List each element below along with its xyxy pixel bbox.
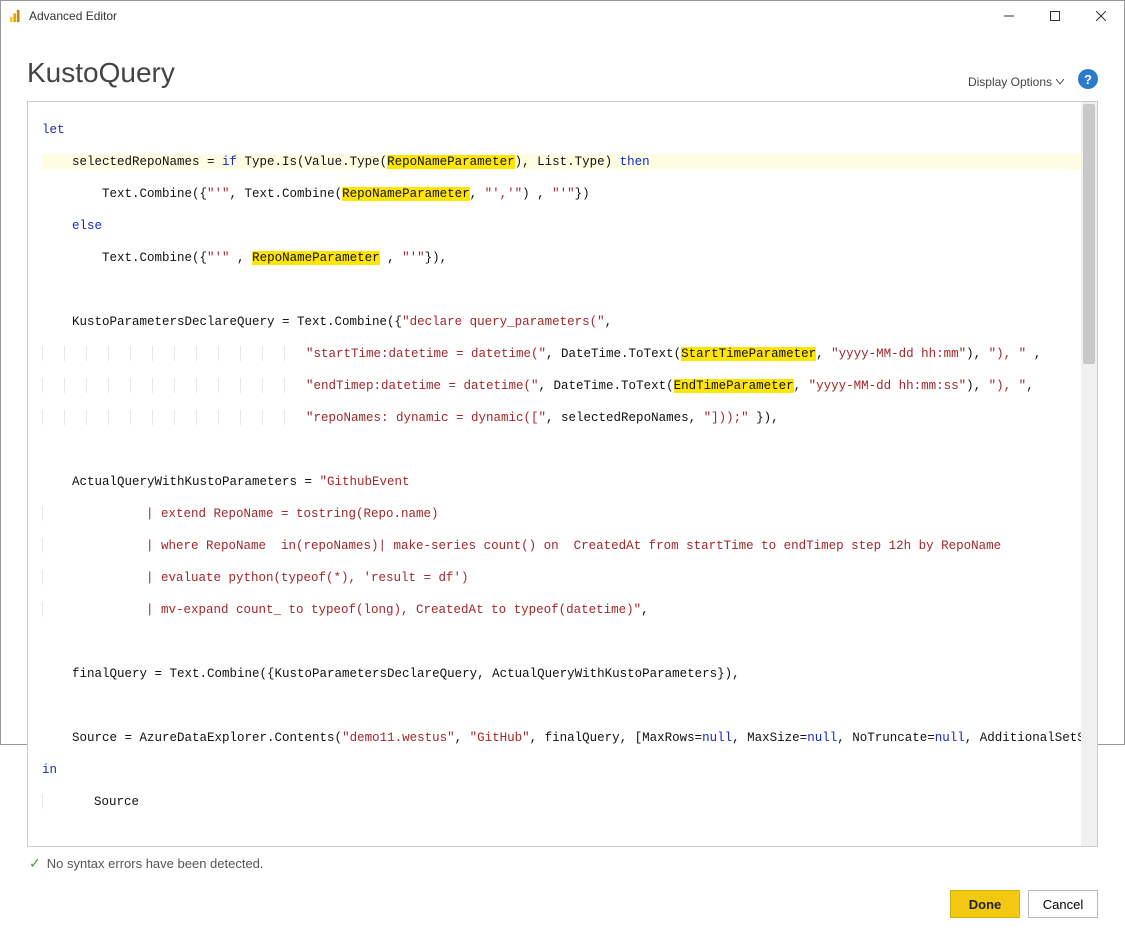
scrollbar-thumb[interactable] xyxy=(1083,104,1095,364)
chevron-down-icon xyxy=(1056,79,1064,85)
window-title: Advanced Editor xyxy=(29,9,117,23)
header-row: KustoQuery Display Options ? xyxy=(27,57,1098,89)
code-content[interactable]: let selectedRepoNames = if Type.Is(Value… xyxy=(28,102,1097,846)
cancel-button[interactable]: Cancel xyxy=(1028,890,1098,918)
content-area: KustoQuery Display Options ? let selecte… xyxy=(1,31,1124,934)
code-editor[interactable]: let selectedRepoNames = if Type.Is(Value… xyxy=(27,101,1098,847)
page-title: KustoQuery xyxy=(27,57,968,89)
status-bar: ✓ No syntax errors have been detected. xyxy=(27,847,1098,872)
app-icon xyxy=(9,9,23,23)
display-options-dropdown[interactable]: Display Options xyxy=(968,75,1064,89)
maximize-button[interactable] xyxy=(1032,1,1078,31)
button-row: Done Cancel xyxy=(27,872,1098,918)
close-button[interactable] xyxy=(1078,1,1124,31)
done-button[interactable]: Done xyxy=(950,890,1020,918)
editor-scrollbar[interactable] xyxy=(1081,102,1097,846)
status-text: No syntax errors have been detected. xyxy=(47,856,264,871)
help-icon[interactable]: ? xyxy=(1078,69,1098,89)
display-options-label: Display Options xyxy=(968,75,1052,89)
minimize-button[interactable] xyxy=(986,1,1032,31)
window: Advanced Editor KustoQuery Display Optio… xyxy=(0,0,1125,745)
check-icon: ✓ xyxy=(29,855,41,872)
title-bar: Advanced Editor xyxy=(1,1,1124,31)
